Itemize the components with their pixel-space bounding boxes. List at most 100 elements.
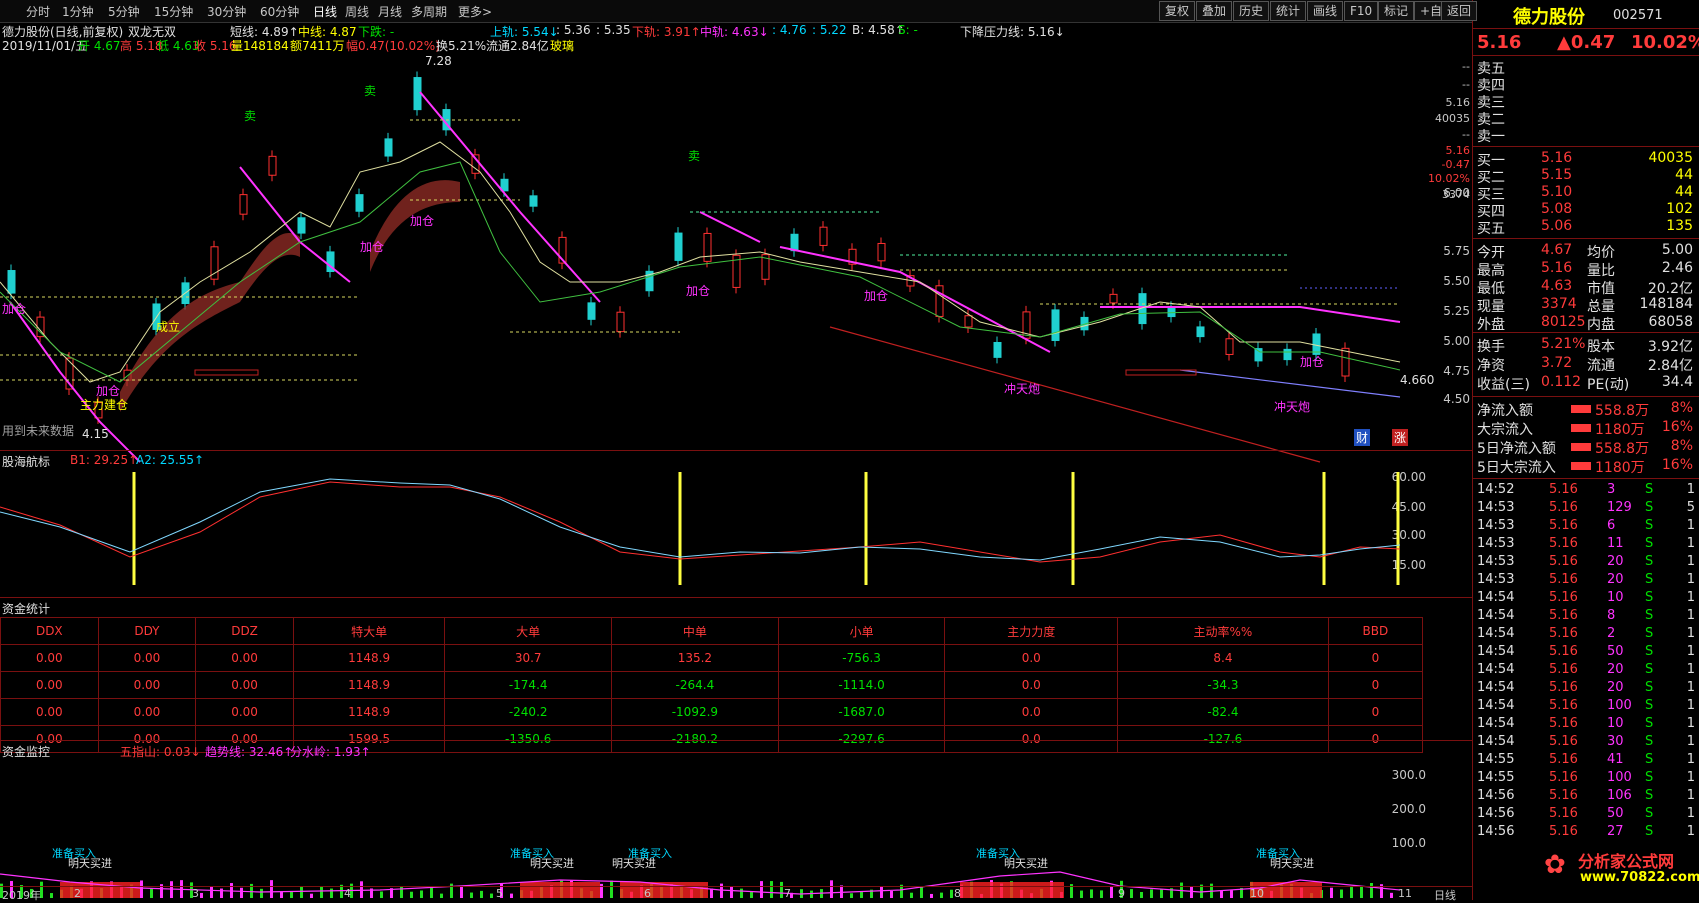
period-tab-15min[interactable]: 15分钟 [154,3,193,20]
tick-s: S [1645,680,1654,695]
table-row: 0.00 0.00 0.00 1148.9 -240.2 -1092.9 -1687.0 0.… [0,698,1424,726]
fund-stats-title[interactable]: 资金统计 [2,600,50,617]
draw-line-button[interactable]: 画线 [1307,1,1344,21]
order-volume: 44 [1675,167,1693,183]
quote-v2: 34.4 [1661,374,1693,390]
rise-badge[interactable]: 涨 [1392,429,1409,446]
tick-s: S [1645,752,1654,767]
tick-n: 1 [1686,824,1695,839]
tick-t: 14:54 [1477,662,1515,677]
tick-n: 1 [1686,806,1695,821]
period-tab-30min[interactable]: 30分钟 [207,3,246,20]
table-cell: 0.00 [97,671,197,699]
nav-b1-value: B1: 29.25↑ [70,453,139,467]
date-tick: 8 [954,887,961,900]
tick-v: 41 [1607,752,1624,767]
buy-tomorrow-tag: 明天买进 [530,857,574,870]
table-cell: -174.4 [444,671,613,699]
tick-p: 5.16 [1549,734,1578,749]
table-cell: -240.2 [444,698,613,726]
table-row: 0.00 0.00 0.00 1148.9 30.7 135.2 -756.3 0.0 8.4 0 [0,644,1424,672]
f10-button[interactable]: F10 [1344,1,1379,21]
history-button[interactable]: 历史 [1233,1,1270,21]
date-tick: 2 [74,887,81,900]
order-label: 买五 [1477,221,1505,237]
monitor-panel-title[interactable]: 资金监控 [2,743,50,760]
period-tab-1min[interactable]: 1分钟 [62,3,94,20]
price-tick: 5.50 [1443,274,1470,288]
tick-v: 100 [1607,770,1632,785]
date-tick: 2019年 [2,889,41,902]
restore-rights-button[interactable]: 复权 [1159,1,1196,21]
tick-s: S [1645,788,1654,803]
period-tab-weekly[interactable]: 周线 [345,3,369,20]
flow-pct: 16% [1661,419,1693,435]
table-cell: 8.4 [1117,644,1329,672]
tick-s: S [1645,572,1654,587]
buy-tomorrow-tag: 明天买进 [1004,857,1048,870]
tick-n: 1 [1686,734,1695,749]
tick-n: 1 [1686,788,1695,803]
quote-l2: 内盘 [1587,317,1615,333]
statistics-button[interactable]: 统计 [1270,1,1307,21]
finance-badge[interactable]: 财 [1354,429,1371,446]
table-header-row: DDX DDY DDZ 特大单 大单 中单 小单 主力力度 主动率%% BBD [0,617,1424,645]
table-cell: 0.00 [0,644,99,672]
price-change-pct: 10.02% [1631,32,1699,53]
tick-t: 14:56 [1477,806,1515,821]
flow-label: 大宗流入 [1477,422,1533,438]
period-tab-5min[interactable]: 5分钟 [108,3,140,20]
period-tab-multi[interactable]: 多周期 [411,3,447,20]
period-tab-monthly[interactable]: 月线 [378,3,402,20]
quote-v2: 2.46 [1661,260,1693,276]
tick-t: 14:54 [1477,608,1515,623]
tick-v: 11 [1607,536,1624,551]
flow-value: 558.8万 [1595,403,1650,419]
tick-t: 14:54 [1477,698,1515,713]
wzs-value: 五指山: 0.03↓ [120,745,201,759]
tick-v: 2 [1607,626,1616,641]
mark-button[interactable]: 标记 [1378,1,1415,21]
return-button[interactable]: 返回 [1441,1,1478,21]
period-tab-more[interactable]: 更多> [458,3,492,20]
quote-l1: 收益(三) [1477,377,1530,393]
price-tick: 5.00 [1443,334,1470,348]
date-tick: 3 [192,887,199,900]
sell-signal: 卖 [688,149,701,163]
table-cell: -82.4 [1117,698,1329,726]
order-price: 5.15 [1541,167,1573,183]
date-tick: 4 [344,887,351,900]
table-cell: 0.0 [944,671,1119,699]
quote-v1: 5.16 [1541,260,1573,276]
period-tab-daily[interactable]: 日线 [313,3,337,20]
tick-t: 14:54 [1477,680,1515,695]
quote-v1: 0.112 [1541,374,1582,390]
flow-bar [1571,443,1591,451]
col-main-force: 主力力度 [944,617,1119,645]
side-value: 5.16 [1445,144,1471,157]
col-active-rate: 主动率%% [1117,617,1329,645]
flow-value: 1180万 [1595,460,1645,476]
tick-s: S [1645,518,1654,533]
tick-v: 50 [1607,644,1624,659]
tick-s: S [1645,716,1654,731]
tick-t: 14:53 [1477,554,1515,569]
tick-n: 1 [1686,518,1695,533]
peak-price-label: 7.28 [425,54,452,68]
tick-v: 10 [1607,590,1624,605]
tick-p: 5.16 [1549,698,1578,713]
monitor-axis-tick: 200.0 [1391,802,1426,816]
tick-s: S [1645,644,1654,659]
tick-s: S [1645,698,1654,713]
table-cell: 0 [1327,671,1424,699]
overlay-button[interactable]: 叠加 [1196,1,1233,21]
tick-s: S [1645,770,1654,785]
add-position-signal: 加仓 [410,214,435,228]
table-cell: 0.0 [944,644,1119,672]
sell-signal: 卖 [244,109,257,123]
period-tab-60min[interactable]: 60分钟 [260,3,299,20]
period-tab-fenshi[interactable]: 分时 [26,3,50,20]
tick-t: 14:53 [1477,536,1515,551]
flow-bar [1571,462,1591,470]
quote-v1: 4.67 [1541,242,1573,258]
